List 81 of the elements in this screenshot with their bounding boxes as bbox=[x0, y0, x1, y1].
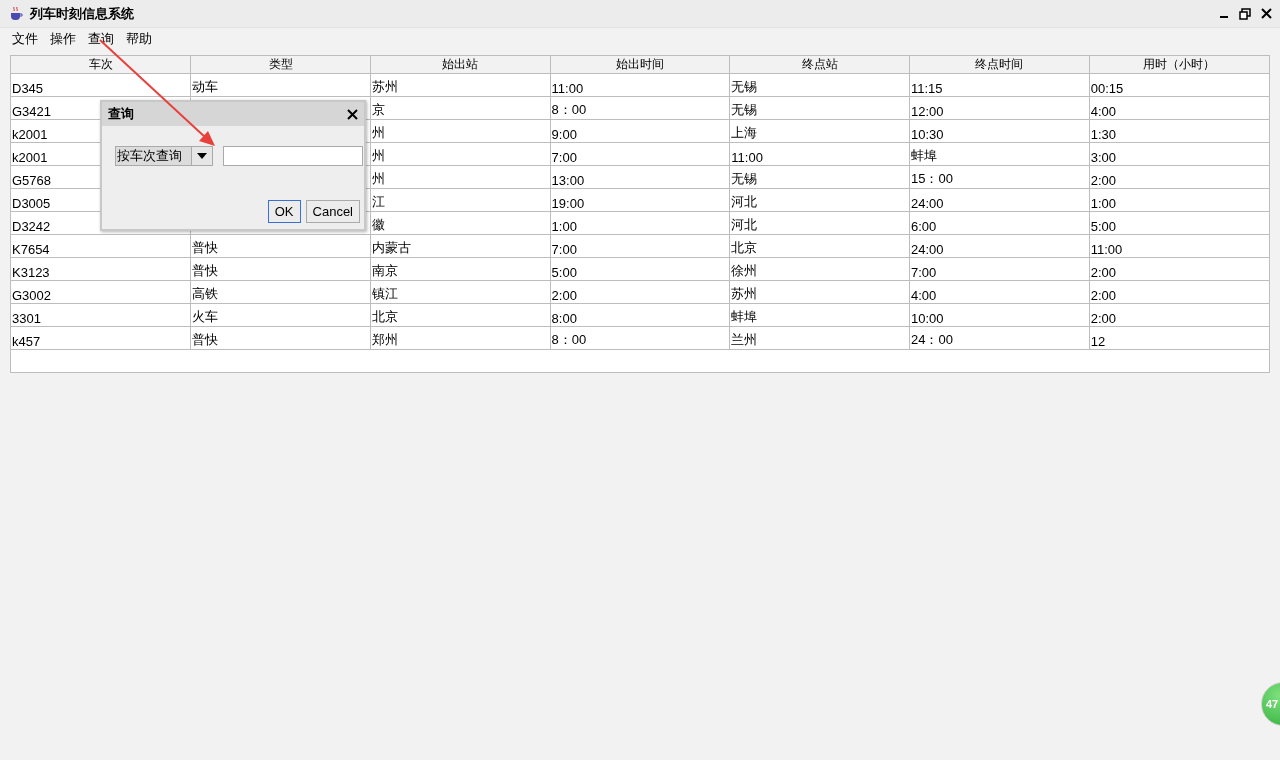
column-header[interactable]: 类型 bbox=[190, 56, 371, 74]
table-cell: 高铁 bbox=[190, 280, 371, 304]
table-cell: 4:00 bbox=[909, 280, 1090, 304]
coffee-cup-icon bbox=[8, 5, 24, 22]
table-cell: 无锡 bbox=[729, 96, 910, 120]
table-cell: 10:00 bbox=[909, 303, 1090, 327]
search-type-dropdown[interactable]: 按车次查询 bbox=[115, 146, 213, 166]
column-header[interactable]: 始出时间 bbox=[550, 56, 730, 74]
menu-item[interactable]: 帮助 bbox=[126, 30, 152, 48]
table-cell: 普快 bbox=[190, 257, 371, 281]
table-cell: 24:00 bbox=[909, 234, 1090, 258]
table-cell: 州 bbox=[370, 142, 551, 166]
table-cell: 24：00 bbox=[909, 326, 1090, 350]
table-cell: 州 bbox=[370, 119, 551, 143]
menu-item[interactable]: 操作 bbox=[50, 30, 76, 48]
table-cell: 蚌埠 bbox=[729, 303, 910, 327]
table-cell: G3002 bbox=[11, 280, 191, 304]
caret-icon bbox=[197, 153, 207, 159]
column-header[interactable]: 终点站 bbox=[729, 56, 910, 74]
table-cell: 13:00 bbox=[550, 165, 730, 189]
table-cell: 兰州 bbox=[729, 326, 910, 350]
table-cell: K7654 bbox=[11, 234, 191, 258]
table-cell: D345 bbox=[11, 73, 191, 97]
table-cell: 7:00 bbox=[550, 234, 730, 258]
table-cell: 州 bbox=[370, 165, 551, 189]
table-cell: 北京 bbox=[729, 234, 910, 258]
table-cell: 2:00 bbox=[550, 280, 730, 304]
table-cell: 河北 bbox=[729, 211, 910, 235]
table-cell: 11:00 bbox=[550, 73, 730, 97]
table-cell: 上海 bbox=[729, 119, 910, 143]
table-cell: 南京 bbox=[370, 257, 551, 281]
table-cell: K3123 bbox=[11, 257, 191, 281]
table-cell: 15：00 bbox=[909, 165, 1090, 189]
table-cell: 5:00 bbox=[550, 257, 730, 281]
table-cell: 24:00 bbox=[909, 188, 1090, 212]
close-icon[interactable] bbox=[1261, 8, 1272, 19]
table-cell: 苏州 bbox=[370, 73, 551, 97]
window-title: 列车时刻信息系统 bbox=[30, 4, 134, 23]
table-cell: 7:00 bbox=[909, 257, 1090, 281]
column-header[interactable]: 始出站 bbox=[370, 56, 551, 74]
search-field[interactable] bbox=[223, 146, 363, 166]
table-cell: 11:00 bbox=[729, 142, 910, 166]
table-cell: 镇江 bbox=[370, 280, 551, 304]
table-cell: 无锡 bbox=[729, 73, 910, 97]
table-cell: 1:00 bbox=[550, 211, 730, 235]
table-cell: 普快 bbox=[190, 326, 371, 350]
table-cell: 8：00 bbox=[550, 96, 730, 120]
table-cell: 京 bbox=[370, 96, 551, 120]
table-cell: 郑州 bbox=[370, 326, 551, 350]
dialog-button[interactable]: Cancel bbox=[305, 200, 360, 223]
close-icon[interactable] bbox=[347, 108, 358, 120]
column-header[interactable]: 终点时间 bbox=[909, 56, 1090, 74]
table-cell: 8：00 bbox=[550, 326, 730, 350]
table-cell: k457 bbox=[11, 326, 191, 350]
table-cell: 苏州 bbox=[729, 280, 910, 304]
table-cell: 8:00 bbox=[550, 303, 730, 327]
table-cell: 12:00 bbox=[909, 96, 1090, 120]
table-cell: 11:15 bbox=[909, 73, 1090, 97]
table-cell: 10:30 bbox=[909, 119, 1090, 143]
table-cell: 徽 bbox=[370, 211, 551, 235]
table-cell: 9:00 bbox=[550, 119, 730, 143]
table-cell: 无锡 bbox=[729, 165, 910, 189]
menu-item[interactable]: 查询 bbox=[88, 30, 114, 48]
table-cell: 普快 bbox=[190, 234, 371, 258]
table-cell: 19:00 bbox=[550, 188, 730, 212]
table-cell: 北京 bbox=[370, 303, 551, 327]
table-cell: 7:00 bbox=[550, 142, 730, 166]
table-cell: 3301 bbox=[11, 303, 191, 327]
table-cell: 江 bbox=[370, 188, 551, 212]
table-cell: 徐州 bbox=[729, 257, 910, 281]
table-cell: 内蒙古 bbox=[370, 234, 551, 258]
column-header[interactable]: 车次 bbox=[11, 56, 191, 74]
menu-item[interactable]: 文件 bbox=[12, 30, 38, 48]
table-cell: 蚌埠 bbox=[909, 142, 1090, 166]
dialog-button[interactable]: OK bbox=[267, 200, 301, 223]
table-cell: 6:00 bbox=[909, 211, 1090, 235]
restore-icon[interactable] bbox=[1239, 7, 1251, 20]
table-cell: 动车 bbox=[190, 73, 371, 97]
table-cell: 火车 bbox=[190, 303, 371, 327]
column-header[interactable]: 用时（小时） bbox=[1089, 56, 1269, 74]
table-cell: 河北 bbox=[729, 188, 910, 212]
